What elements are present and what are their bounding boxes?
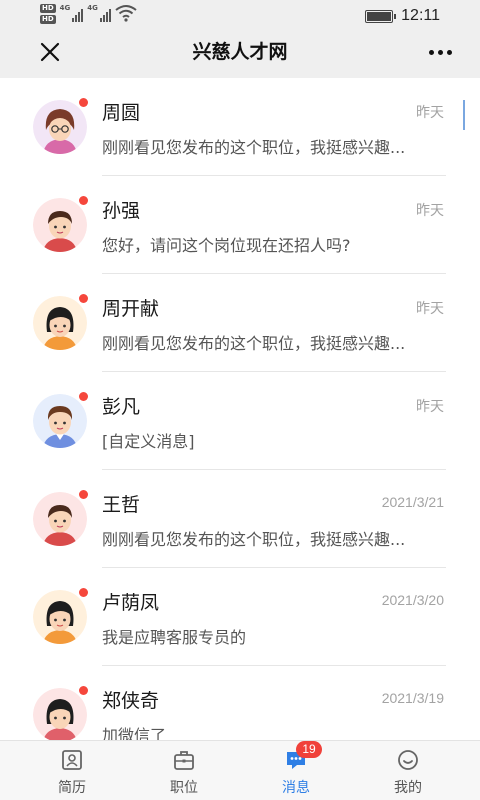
message-date: 昨天 [416, 202, 444, 218]
message-preview: 刚刚看见您发布的这个职位，我挺感兴趣... [102, 334, 406, 353]
wifi-icon [115, 5, 137, 22]
tab-label: 职位 [170, 780, 198, 796]
message-preview: 我是应聘客服专员的 [102, 628, 247, 647]
status-bar-right: 12:11 [365, 7, 440, 25]
message-date: 2021/3/21 [381, 494, 444, 510]
message-date: 2021/3/19 [381, 690, 444, 706]
app-header: 兴慈人才网 [0, 34, 480, 78]
hd-icon: HD [40, 15, 56, 24]
conversation-row[interactable]: 周开献 昨天 刚刚看见您发布的这个职位，我挺感兴趣... [0, 274, 480, 372]
unread-count-badge: 19 [296, 741, 322, 758]
unread-dot [79, 196, 88, 205]
unread-dot [79, 686, 88, 695]
avatar [33, 198, 87, 252]
avatar [33, 492, 87, 546]
message-preview: 加微信了 [102, 726, 167, 740]
tab-mine[interactable]: 我的 [348, 741, 468, 800]
conversation-row[interactable]: 周圆 昨天 刚刚看见您发布的这个职位，我挺感兴趣... [0, 78, 480, 176]
message-preview: [自定义消息] [102, 432, 195, 451]
smile-icon [398, 750, 418, 770]
contact-name: 王哲 [102, 494, 141, 516]
briefcase-icon [174, 751, 194, 770]
signal-icon: 4G [60, 4, 84, 22]
page-title: 兴慈人才网 [192, 41, 288, 63]
more-dot-icon [446, 49, 452, 55]
avatar [33, 590, 87, 644]
message-date: 昨天 [416, 300, 444, 316]
contact-name: 彭凡 [102, 396, 141, 418]
conversation-row[interactable]: 王哲 2021/3/21 刚刚看见您发布的这个职位，我挺感兴趣... [0, 470, 480, 568]
message-date: 昨天 [416, 398, 444, 414]
contact-name: 周开献 [102, 298, 160, 320]
unread-dot [79, 294, 88, 303]
battery-icon [365, 9, 397, 23]
more-dot-icon [437, 49, 443, 55]
status-bar: HD HD 4G 4G 12:11 [0, 0, 480, 34]
avatar [33, 394, 87, 448]
unread-dot [79, 490, 88, 499]
conversation-row[interactable]: 孙强 昨天 您好，请问这个岗位现在还招人吗? [0, 176, 480, 274]
message-preview: 刚刚看见您发布的这个职位，我挺感兴趣... [102, 138, 406, 157]
close-icon [40, 42, 60, 62]
more-options-button[interactable] [420, 34, 460, 78]
contact-name: 孙强 [102, 200, 141, 222]
signal-icon: 4G [87, 4, 111, 22]
unread-dot [79, 588, 88, 597]
unread-dot [79, 98, 88, 107]
avatar [33, 296, 87, 350]
avatar [33, 688, 87, 740]
close-button[interactable] [28, 34, 72, 78]
tab-positions[interactable]: 职位 [124, 741, 244, 800]
conversation-list[interactable]: 周圆 昨天 刚刚看见您发布的这个职位，我挺感兴趣... 孙强 昨天 您好，请问这… [0, 78, 480, 740]
tab-label: 我的 [394, 780, 422, 796]
message-preview: 刚刚看见您发布的这个职位，我挺感兴趣... [102, 530, 406, 549]
hd-indicators: HD HD [40, 4, 56, 24]
status-bar-left: HD HD 4G 4G [40, 4, 137, 24]
message-preview: 您好，请问这个岗位现在还招人吗? [102, 236, 351, 255]
unread-dot [79, 392, 88, 401]
avatar [33, 100, 87, 154]
tab-label: 消息 [282, 780, 310, 796]
contact-name: 郑侠奇 [102, 690, 160, 712]
clock: 12:11 [401, 7, 440, 24]
conversation-row[interactable]: 郑侠奇 2021/3/19 加微信了 [0, 666, 480, 740]
bottom-tab-bar: 简历 职位 消息 19 我的 [0, 740, 480, 800]
tab-resume[interactable]: 简历 [12, 741, 132, 800]
more-dot-icon [428, 49, 434, 55]
resume-icon [62, 750, 82, 770]
conversation-row[interactable]: 彭凡 昨天 [自定义消息] [0, 372, 480, 470]
message-date: 昨天 [416, 104, 444, 120]
hd-icon: HD [40, 4, 56, 13]
tab-label: 简历 [58, 780, 86, 796]
contact-name: 卢荫凤 [102, 592, 160, 614]
message-date: 2021/3/20 [381, 592, 444, 608]
contact-name: 周圆 [102, 102, 141, 124]
conversation-row[interactable]: 卢荫凤 2021/3/20 我是应聘客服专员的 [0, 568, 480, 666]
